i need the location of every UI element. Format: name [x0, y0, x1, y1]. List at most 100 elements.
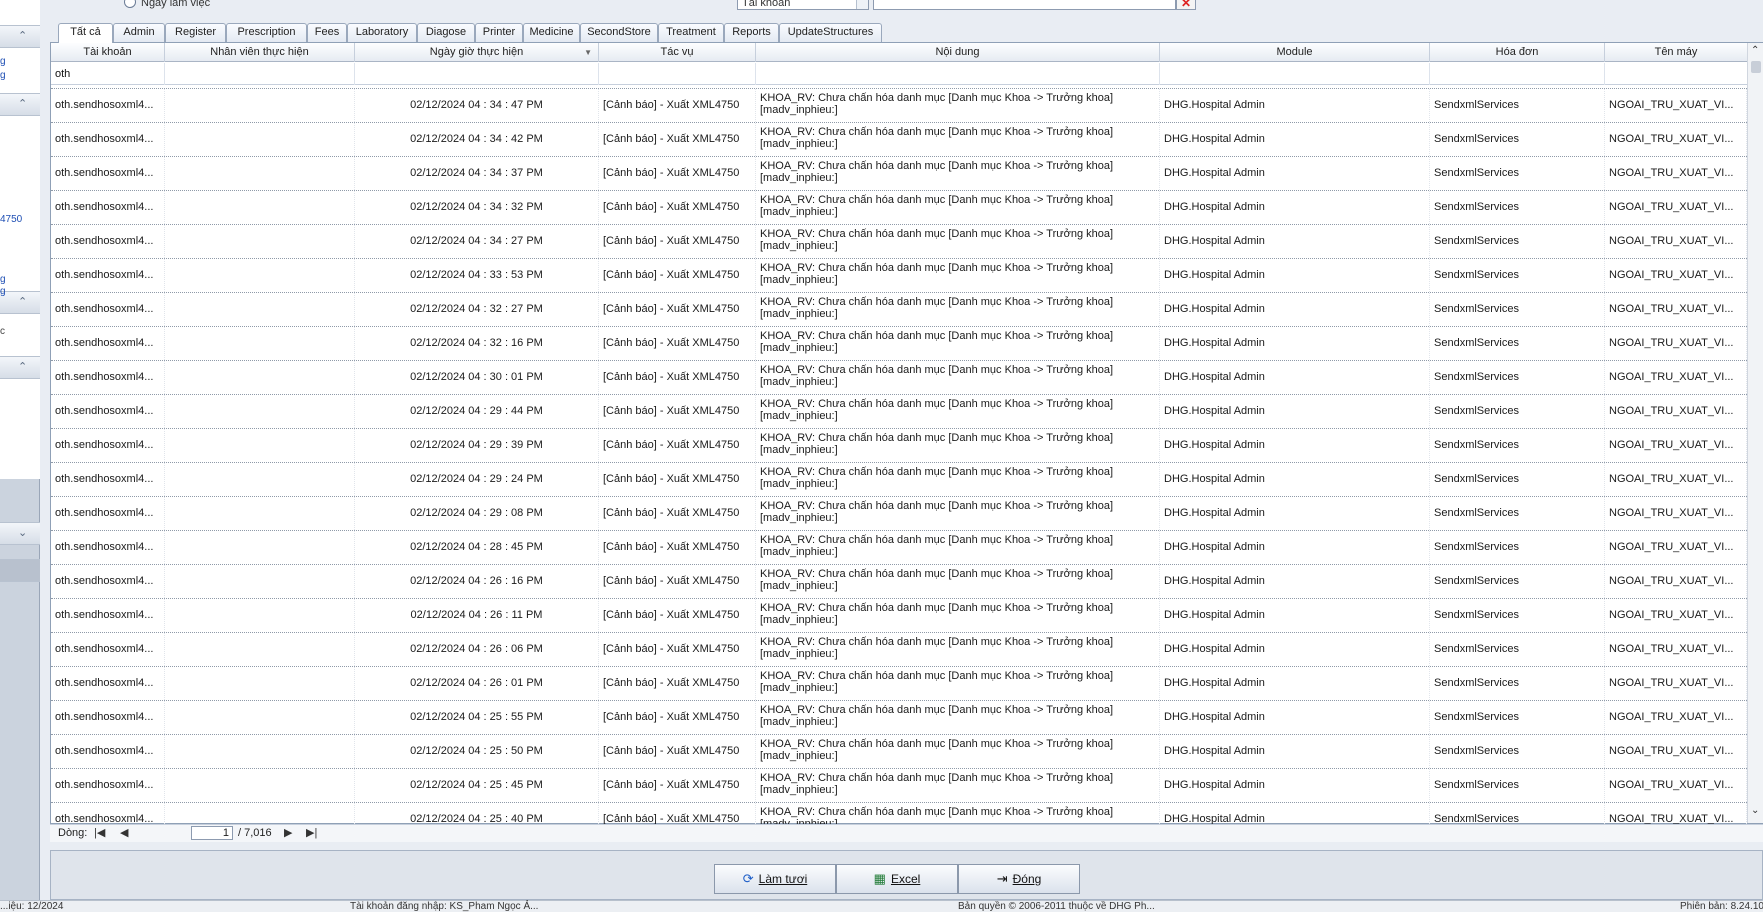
cell-content-line: KHOA_RV: Chưa chấn hóa danh mục [Danh mụ… [760, 228, 1114, 240]
cell-invoice: SendxmlServices [1430, 89, 1605, 122]
prev-page-icon[interactable]: ◀ [120, 827, 128, 840]
cell-machine: NGOAI_TRU_XUAT_VI... [1605, 701, 1747, 734]
refresh-button[interactable]: ⟳ Làm tươi [714, 864, 836, 894]
tab-diagose[interactable]: Diagose [417, 23, 475, 42]
excel-button[interactable]: ▦ Excel [836, 864, 958, 894]
column-header-invoice[interactable]: Hóa đơn [1430, 43, 1605, 62]
filter-staff-input[interactable] [165, 63, 355, 85]
table-row[interactable]: oth.sendhosoxml4... 02/12/2024 04 : 26 : … [51, 666, 1747, 700]
cell-module: DHG.Hospital Admin [1160, 293, 1430, 326]
table-row[interactable]: oth.sendhosoxml4... 02/12/2024 04 : 29 : … [51, 428, 1747, 462]
cell-content-line: KHOA_RV: Chưa chấn hóa danh mục [Danh mụ… [760, 364, 1114, 376]
scroll-thumb[interactable] [1751, 61, 1761, 73]
column-header-action[interactable]: Tác vụ [599, 43, 756, 62]
filter-machine-input[interactable] [1605, 63, 1747, 85]
table-row[interactable]: oth.sendhosoxml4... 02/12/2024 04 : 28 : … [51, 530, 1747, 564]
column-header-datetime[interactable]: Ngày giờ thực hiện ▼ [355, 43, 599, 62]
table-row[interactable]: oth.sendhosoxml4... 02/12/2024 04 : 25 : … [51, 700, 1747, 734]
table-row[interactable]: oth.sendhosoxml4... 02/12/2024 04 : 25 : … [51, 768, 1747, 802]
filter-account-value: oth [55, 68, 71, 80]
table-row[interactable]: oth.sendhosoxml4... 02/12/2024 04 : 29 : … [51, 462, 1747, 496]
side-link[interactable]: g [0, 286, 40, 297]
side-link[interactable]: g [0, 56, 40, 67]
cell-content-line: KHOA_RV: Chưa chấn hóa danh mục [Danh mụ… [760, 432, 1114, 444]
status-left: ...iệu: 12/2024 [0, 901, 64, 912]
tab-printer[interactable]: Printer [475, 23, 523, 42]
filter-account-input[interactable]: oth [51, 63, 165, 85]
next-page-icon[interactable]: ▶ [284, 827, 292, 840]
scroll-down-icon[interactable]: ⌄ [1751, 805, 1759, 816]
tab-treatment[interactable]: Treatment [658, 23, 724, 42]
status-version: Phiên bản: 8.24.1012... [1680, 901, 1763, 912]
side-group-header[interactable]: ⌃ [0, 356, 40, 379]
last-page-icon[interactable]: ▶| [306, 827, 317, 840]
page-number-input[interactable]: 1 [191, 826, 233, 840]
collapse-icon[interactable]: ⌃ [18, 296, 27, 308]
side-link[interactable]: 4750 [0, 214, 40, 225]
collapse-icon[interactable]: ⌃ [18, 361, 27, 373]
tab-reports[interactable]: Reports [724, 23, 779, 42]
clear-icon[interactable]: ✕ [1176, 0, 1196, 10]
filter-module-input[interactable] [1160, 63, 1430, 85]
table-row[interactable]: oth.sendhosoxml4... 02/12/2024 04 : 29 : … [51, 496, 1747, 530]
table-row[interactable]: oth.sendhosoxml4... 02/12/2024 04 : 29 : … [51, 394, 1747, 428]
table-row[interactable]: oth.sendhosoxml4... 02/12/2024 04 : 26 : … [51, 598, 1747, 632]
cell-invoice: SendxmlServices [1430, 701, 1605, 734]
cell-invoice: SendxmlServices [1430, 225, 1605, 258]
table-row[interactable]: oth.sendhosoxml4... 02/12/2024 04 : 33 : … [51, 258, 1747, 292]
collapse-icon[interactable]: ⌃ [18, 30, 27, 42]
scroll-up-icon[interactable]: ⌃ [1751, 45, 1759, 56]
table-row[interactable]: oth.sendhosoxml4... 02/12/2024 04 : 34 : … [51, 156, 1747, 190]
column-header-module[interactable]: Module [1160, 43, 1430, 62]
side-link[interactable]: g [0, 274, 40, 285]
table-row[interactable]: oth.sendhosoxml4... 02/12/2024 04 : 34 : … [51, 224, 1747, 258]
column-header-content[interactable]: Nội dung [756, 43, 1160, 62]
collapse-icon[interactable]: ⌃ [18, 98, 27, 110]
cell-content-line: KHOA_RV: Chưa chấn hóa danh mục [Danh mụ… [760, 330, 1114, 342]
side-group-header[interactable] [0, 559, 40, 582]
close-button[interactable]: ⇥ Đóng [958, 864, 1080, 894]
cell-staff [165, 497, 355, 530]
cell-module: DHG.Hospital Admin [1160, 497, 1430, 530]
cell-content-line: [madv_inphieu:] [760, 376, 838, 388]
filter-action-input[interactable] [599, 63, 756, 85]
table-row[interactable]: oth.sendhosoxml4... 02/12/2024 04 : 26 : … [51, 632, 1747, 666]
account-combo[interactable]: Tài khoản [737, 0, 869, 10]
radio-circle-icon[interactable] [124, 0, 136, 8]
vertical-scrollbar[interactable]: ⌃ ⌄ [1747, 43, 1763, 823]
chevron-down-icon[interactable] [856, 0, 868, 9]
column-header-staff[interactable]: Nhân viên thực hiện [165, 43, 355, 62]
column-header-machine[interactable]: Tên máy [1605, 43, 1747, 62]
column-header-account[interactable]: Tài khoản [51, 43, 165, 62]
table-row[interactable]: oth.sendhosoxml4... 02/12/2024 04 : 34 : … [51, 190, 1747, 224]
table-row[interactable]: oth.sendhosoxml4... 02/12/2024 04 : 30 : … [51, 360, 1747, 394]
side-link[interactable]: c [0, 326, 40, 337]
side-group-header[interactable]: ⌄ [0, 522, 40, 545]
tab-all[interactable]: Tất cả [58, 23, 113, 43]
tab-updatestructures[interactable]: UpdateStructures [779, 23, 882, 42]
cell-action: [Cảnh báo] - Xuất XML4750 [599, 361, 756, 394]
tab-register[interactable]: Register [165, 23, 226, 42]
expand-icon[interactable]: ⌄ [18, 527, 27, 539]
side-group-header[interactable]: ⌃ [0, 93, 40, 116]
tab-admin[interactable]: Admin [113, 23, 165, 42]
filter-datetime-input[interactable] [355, 63, 599, 85]
tab-medicine[interactable]: Medicine [523, 23, 580, 42]
workday-radio[interactable]: Ngày làm việc [124, 0, 210, 9]
table-row[interactable]: oth.sendhosoxml4... 02/12/2024 04 : 34 : … [51, 88, 1747, 122]
filter-invoice-input[interactable] [1430, 63, 1605, 85]
search-input[interactable] [873, 0, 1176, 10]
table-row[interactable]: oth.sendhosoxml4... 02/12/2024 04 : 34 : … [51, 122, 1747, 156]
side-link[interactable]: g [0, 70, 40, 81]
table-row[interactable]: oth.sendhosoxml4... 02/12/2024 04 : 32 : … [51, 326, 1747, 360]
tab-prescription[interactable]: Prescription [226, 23, 307, 42]
tab-secondstore[interactable]: SecondStore [580, 23, 658, 42]
side-group-header[interactable]: ⌃ [0, 25, 40, 48]
table-row[interactable]: oth.sendhosoxml4... 02/12/2024 04 : 25 : … [51, 734, 1747, 768]
table-row[interactable]: oth.sendhosoxml4... 02/12/2024 04 : 32 : … [51, 292, 1747, 326]
tab-laboratory[interactable]: Laboratory [347, 23, 417, 42]
table-row[interactable]: oth.sendhosoxml4... 02/12/2024 04 : 26 : … [51, 564, 1747, 598]
tab-fees[interactable]: Fees [307, 23, 347, 42]
filter-content-input[interactable] [756, 63, 1160, 85]
first-page-icon[interactable]: |◀ [94, 827, 105, 840]
